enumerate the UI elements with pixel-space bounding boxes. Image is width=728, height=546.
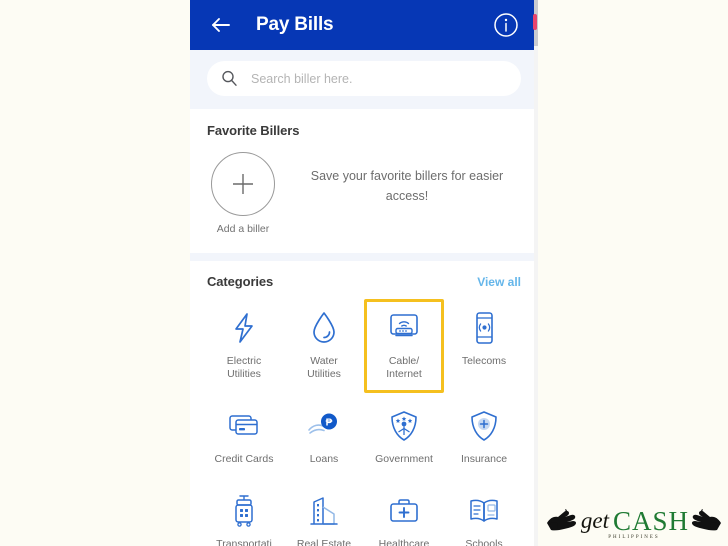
mobile-signal-icon	[466, 310, 502, 346]
category-label: Insurance	[460, 453, 508, 465]
category-loans[interactable]: ₱ Loans	[284, 397, 364, 478]
pointing-hand-right-icon	[692, 509, 722, 531]
category-label: Credit Cards	[214, 453, 274, 465]
back-button[interactable]	[208, 12, 234, 38]
info-circle-icon	[494, 13, 518, 37]
section-divider	[190, 253, 538, 261]
categories-grid: Electric Utilities Water Utilities Cable…	[204, 299, 524, 546]
insurance-shield-icon	[466, 408, 502, 444]
hand-peso-coin-icon: ₱	[306, 408, 342, 444]
category-label: Telecoms	[461, 355, 507, 367]
arrow-left-icon	[212, 18, 230, 32]
page-title: Pay Bills	[256, 14, 334, 35]
search-box[interactable]	[207, 61, 521, 96]
category-transportation[interactable]: Transportati on	[204, 482, 284, 546]
info-button[interactable]	[492, 11, 520, 39]
search-icon	[221, 70, 238, 87]
add-biller-button[interactable]: Add a biller	[207, 152, 279, 235]
category-label: Cable/ Internet	[386, 355, 422, 380]
watermark-subtitle: PHILIPPINES	[608, 535, 660, 540]
category-credit-cards[interactable]: Credit Cards	[204, 397, 284, 478]
notification-indicator	[533, 14, 537, 30]
watermark: get CASH PHILIPPINES	[543, 498, 725, 544]
favorite-billers-body: Add a biller Save your favorite billers …	[207, 152, 521, 235]
category-healthcare[interactable]: Healthcare	[364, 482, 444, 546]
credit-cards-icon	[226, 408, 262, 444]
favorites-empty-message: Save your favorite billers for easier ac…	[310, 169, 504, 203]
category-label: Transportati on	[216, 538, 272, 546]
categories-title: Categories	[207, 274, 274, 289]
favorite-billers-card: Favorite Billers Add a biller Save your …	[190, 109, 538, 253]
category-label: Loans	[309, 453, 339, 465]
category-insurance[interactable]: Insurance	[444, 397, 524, 478]
view-all-link[interactable]: View all	[477, 275, 521, 289]
category-telecoms[interactable]: Telecoms	[444, 299, 524, 393]
search-input[interactable]	[249, 70, 507, 87]
scrollbar-track[interactable]	[534, 0, 538, 546]
building-icon	[306, 493, 342, 529]
pointing-hand-left-icon	[546, 509, 576, 531]
svg-text:₱: ₱	[326, 418, 333, 429]
open-book-icon	[466, 493, 502, 529]
search-section	[190, 50, 538, 109]
water-drop-icon	[306, 310, 342, 346]
favorite-billers-title: Favorite Billers	[207, 123, 300, 138]
luggage-icon	[226, 493, 262, 529]
category-label: Electric Utilities	[226, 355, 262, 380]
categories-header: Categories View all	[204, 274, 524, 289]
watermark-cash-text: CASH	[613, 505, 690, 536]
category-cable-internet[interactable]: Cable/ Internet	[364, 299, 444, 393]
medical-kit-icon	[386, 493, 422, 529]
add-biller-circle	[211, 152, 275, 216]
category-label: Healthcare	[378, 538, 430, 546]
category-label: Government	[375, 453, 433, 465]
category-real-estate[interactable]: Real Estate	[284, 482, 364, 546]
category-label: Real Estate	[296, 538, 352, 546]
category-label: Schools	[465, 538, 503, 546]
phone-screen: Pay Bills Favorite Billers	[190, 0, 538, 546]
category-schools[interactable]: Schools	[444, 482, 524, 546]
category-electric-utilities[interactable]: Electric Utilities	[204, 299, 284, 393]
watermark-get-text: get	[580, 508, 610, 533]
government-shield-icon	[386, 408, 422, 444]
lightning-bolt-icon	[226, 310, 262, 346]
category-government[interactable]: Government	[364, 397, 444, 478]
tv-router-wifi-icon	[386, 310, 422, 346]
add-biller-label: Add a biller	[216, 223, 270, 235]
plus-icon	[233, 174, 253, 194]
app-header: Pay Bills	[190, 0, 538, 50]
categories-card: Categories View all Electric Utilities W…	[190, 261, 538, 546]
category-label: Water Utilities	[307, 355, 341, 380]
category-water-utilities[interactable]: Water Utilities	[284, 299, 364, 393]
